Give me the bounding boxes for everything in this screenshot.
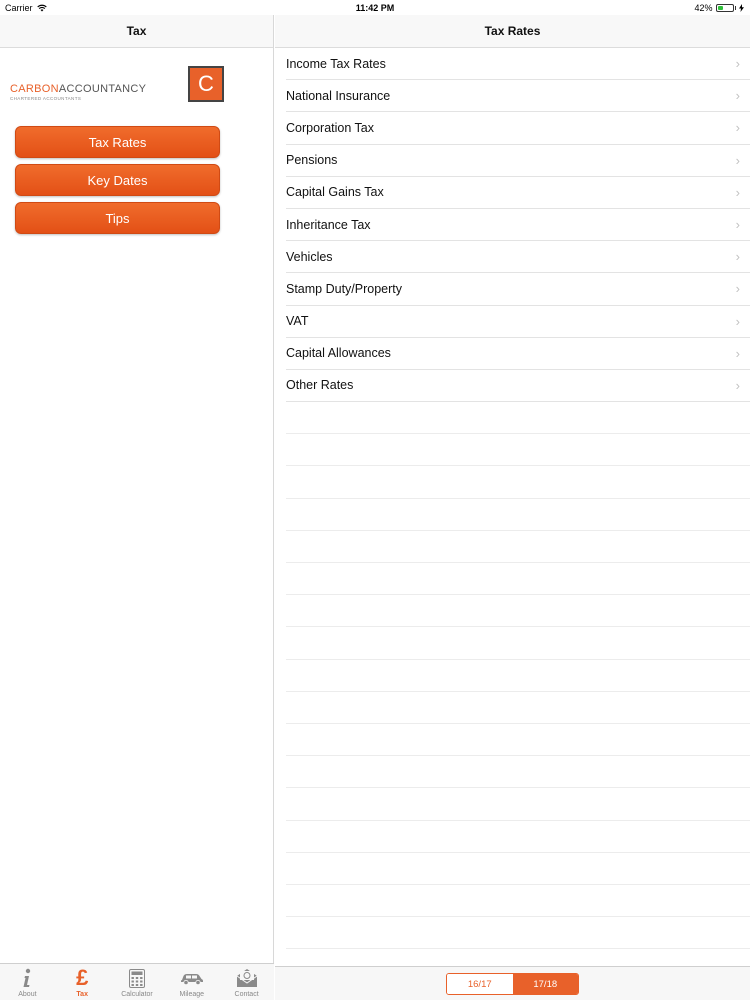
master-title: Tax bbox=[126, 24, 147, 38]
clock: 11:42 PM bbox=[355, 3, 395, 13]
tax-rates-button[interactable]: Tax Rates bbox=[15, 126, 220, 158]
detail-title: Tax Rates bbox=[484, 24, 541, 38]
master-panel: Tax CARBONACCOUNTANCY CHARTERED ACCOUNTA… bbox=[0, 15, 274, 1000]
tax-year-toolbar: 16/17 17/18 bbox=[275, 966, 750, 1000]
contact-icon bbox=[236, 969, 257, 987]
list-item-other-rates[interactable]: Other Rates › bbox=[286, 370, 750, 403]
list-item-stamp-duty-property[interactable]: Stamp Duty/Property › bbox=[286, 273, 750, 306]
chevron-right-icon: › bbox=[735, 88, 740, 104]
detail-panel: Tax Rates Income Tax Rates › National Ins… bbox=[275, 15, 750, 1000]
tax-rates-list: Income Tax Rates › National Insurance › Co… bbox=[275, 48, 750, 403]
battery-icon bbox=[715, 4, 734, 12]
chevron-right-icon: › bbox=[735, 313, 740, 329]
calculator-icon bbox=[128, 968, 145, 988]
list-item-inheritance-tax[interactable]: Inheritance Tax › bbox=[286, 209, 750, 242]
logo-word-carbon: CARBON bbox=[10, 83, 59, 95]
chevron-right-icon: › bbox=[735, 152, 740, 168]
tax-year-segmented-control: 16/17 17/18 bbox=[446, 973, 579, 995]
master-nav-bar: Tax bbox=[0, 15, 273, 48]
tab-tax[interactable]: £ Tax bbox=[55, 964, 110, 1000]
battery-percent: 42% bbox=[694, 3, 713, 13]
company-logo: CARBONACCOUNTANCY CHARTERED ACCOUNTANTS … bbox=[0, 48, 273, 126]
tab-bar: About £ Tax Calculator Mileage Contact bbox=[0, 963, 274, 1000]
chevron-right-icon: › bbox=[735, 56, 740, 72]
tab-mileage[interactable]: Mileage bbox=[164, 964, 219, 1000]
segment-17-18[interactable]: 17/18 bbox=[512, 974, 578, 994]
chevron-right-icon: › bbox=[735, 217, 740, 233]
info-icon bbox=[23, 968, 31, 987]
empty-list-rows bbox=[275, 402, 750, 950]
list-item-corporation-tax[interactable]: Corporation Tax › bbox=[286, 112, 750, 145]
chevron-right-icon: › bbox=[735, 120, 740, 136]
charging-icon bbox=[739, 4, 744, 12]
car-icon bbox=[180, 974, 203, 985]
logo-badge: C bbox=[188, 66, 224, 102]
tips-button[interactable]: Tips bbox=[15, 202, 220, 234]
tab-calculator[interactable]: Calculator bbox=[110, 964, 165, 1000]
chevron-right-icon: › bbox=[735, 281, 740, 297]
battery-indicator: 42% bbox=[694, 3, 744, 13]
logo-tagline: CHARTERED ACCOUNTANTS bbox=[10, 96, 82, 101]
list-item-pensions[interactable]: Pensions › bbox=[286, 145, 750, 177]
logo-word-accountancy: ACCOUNTANCY bbox=[58, 83, 147, 95]
tab-contact[interactable]: Contact bbox=[219, 964, 274, 1000]
list-item-national-insurance[interactable]: National Insurance › bbox=[286, 80, 750, 113]
chevron-right-icon: › bbox=[735, 249, 740, 265]
list-item-capital-gains-tax[interactable]: Capital Gains Tax › bbox=[286, 177, 750, 209]
pound-icon: £ bbox=[76, 965, 89, 990]
detail-nav-bar: Tax Rates bbox=[275, 15, 750, 48]
list-item-income-tax-rates[interactable]: Income Tax Rates › bbox=[286, 48, 750, 81]
chevron-right-icon: › bbox=[735, 184, 740, 200]
key-dates-button[interactable]: Key Dates bbox=[15, 164, 220, 196]
tab-about[interactable]: About bbox=[0, 964, 55, 1000]
chevron-right-icon: › bbox=[735, 345, 740, 361]
chevron-right-icon: › bbox=[735, 377, 740, 393]
logo-wordmark: CARBONACCOUNTANCY CHARTERED ACCOUNTANTS bbox=[10, 83, 146, 101]
segment-16-17[interactable]: 16/17 bbox=[447, 974, 513, 994]
list-item-capital-allowances[interactable]: Capital Allowances › bbox=[286, 338, 750, 370]
list-item-vehicles[interactable]: Vehicles › bbox=[286, 241, 750, 274]
status-bar: Carrier 11:42 PM 42% bbox=[0, 0, 750, 15]
list-item-vat[interactable]: VAT › bbox=[286, 306, 750, 338]
